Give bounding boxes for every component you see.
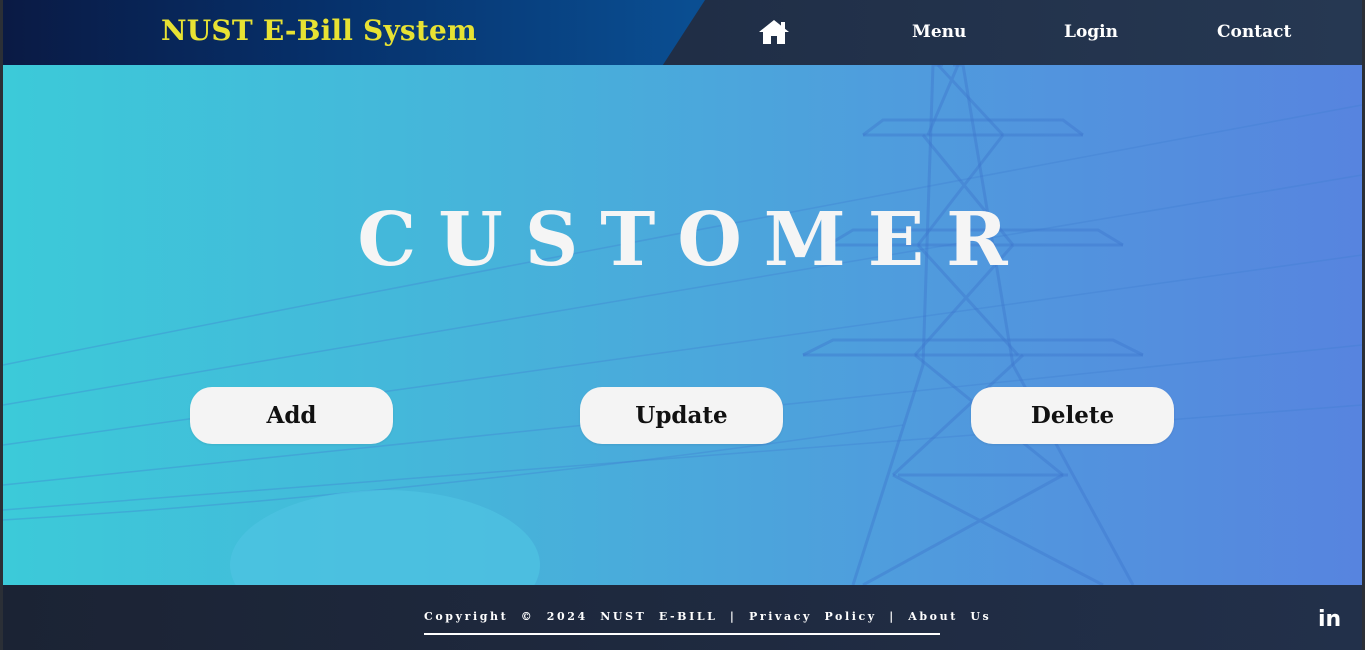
home-icon[interactable]	[757, 18, 791, 46]
delete-button[interactable]: Delete	[971, 387, 1174, 444]
nav-menu-link[interactable]: Menu	[912, 22, 966, 42]
top-navbar: NUST E-Bill System Menu Login Contact	[3, 0, 1362, 65]
brand-title[interactable]: NUST E-Bill System	[161, 14, 477, 47]
footer-divider	[424, 633, 940, 635]
nav-contact-link[interactable]: Contact	[1217, 22, 1291, 42]
add-button[interactable]: Add	[190, 387, 393, 444]
nav-login-link[interactable]: Login	[1064, 22, 1118, 42]
power-tower-illustration	[3, 65, 1362, 585]
update-button[interactable]: Update	[580, 387, 783, 444]
page-title: CUSTOMER	[357, 197, 1030, 283]
footer: Copyright © 2024 NUST E-BILL | Privacy P…	[3, 585, 1362, 650]
hero-section: CUSTOMER Add Update Delete	[3, 65, 1362, 585]
linkedin-icon[interactable]: in	[1318, 607, 1341, 632]
app-frame: NUST E-Bill System Menu Login Contact CU…	[3, 0, 1362, 650]
footer-copyright: Copyright © 2024 NUST E-BILL | Privacy P…	[424, 610, 992, 623]
